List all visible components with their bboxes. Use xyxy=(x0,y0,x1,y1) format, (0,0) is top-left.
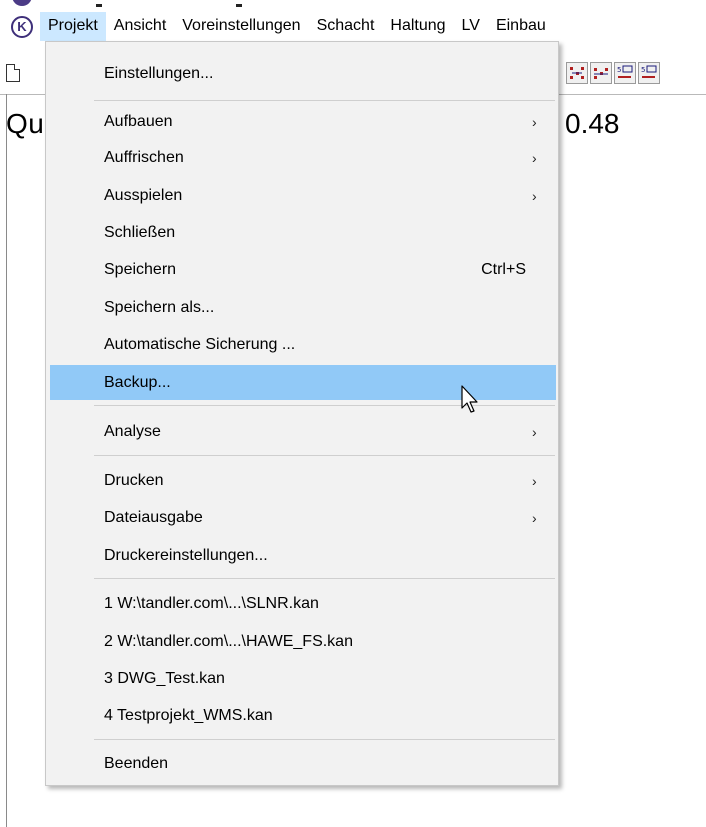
shortcut-label: Ctrl+S xyxy=(481,260,526,278)
menu-item-label: Speichern als... xyxy=(104,298,215,316)
menu-item-automatische-sicherung[interactable]: Automatische Sicherung ... xyxy=(50,327,556,362)
menu-separator xyxy=(94,455,555,456)
menu-schacht[interactable]: Schacht xyxy=(309,12,383,41)
menu-item-label: Auffrischen xyxy=(104,148,184,166)
menu-bar: K Projekt Ansicht Voreinstellungen Schac… xyxy=(0,11,706,42)
menu-item-label: Druckereinstellungen... xyxy=(104,546,268,564)
menu-separator xyxy=(94,100,555,101)
menu-lv[interactable]: LV xyxy=(454,12,488,41)
menu-projekt[interactable]: Projekt xyxy=(40,12,106,41)
workspace-label: Qu xyxy=(6,108,45,139)
menu-item-label: 3 DWG_Test.kan xyxy=(104,669,225,687)
list-out-icon: 5 xyxy=(641,65,657,78)
app-logo-icon xyxy=(12,0,32,6)
app-icon-glyph: K xyxy=(17,19,27,34)
menu-einbau[interactable]: Einbau xyxy=(488,12,554,41)
menu-item-label: 4 Testprojekt_WMS.kan xyxy=(104,706,273,724)
submenu-arrow-icon: › xyxy=(532,150,537,166)
menu-item-recent-3[interactable]: 3 DWG_Test.kan xyxy=(50,661,556,696)
menu-item-label: Dateiausgabe xyxy=(104,508,203,526)
title-bar-remnant xyxy=(0,0,706,9)
menu-item-einstellungen[interactable]: Einstellungen... xyxy=(50,56,556,91)
menu-item-label: Schließen xyxy=(104,223,176,241)
menu-haltung[interactable]: Haltung xyxy=(382,12,453,41)
menu-ansicht[interactable]: Ansicht xyxy=(106,12,174,41)
menu-item-recent-2[interactable]: 2 W:\tandler.com\...\HAWE_FS.kan xyxy=(50,624,556,659)
mouse-pointer-icon xyxy=(461,385,478,413)
toolbar-list-button-1[interactable]: 5 xyxy=(614,62,636,84)
menu-item-label: Aufbauen xyxy=(104,112,173,130)
menu-item-recent-4[interactable]: 4 Testprojekt_WMS.kan xyxy=(50,698,556,733)
menu-item-speichern-als[interactable]: Speichern als... xyxy=(50,290,556,325)
menu-item-label: Analyse xyxy=(104,422,161,440)
submenu-arrow-icon: › xyxy=(532,114,537,130)
title-fragment xyxy=(236,4,242,7)
svg-text:5: 5 xyxy=(617,66,621,74)
svg-text:5: 5 xyxy=(641,66,645,74)
menu-item-beenden[interactable]: Beenden xyxy=(50,746,556,781)
menu-item-label: Drucken xyxy=(104,471,164,489)
submenu-arrow-icon: › xyxy=(532,510,537,526)
menu-voreinstellungen[interactable]: Voreinstellungen xyxy=(174,12,308,41)
toolbar-list-button-2[interactable]: 5 xyxy=(638,62,660,84)
node-link-icon xyxy=(594,68,608,79)
menu-separator xyxy=(94,405,555,406)
submenu-arrow-icon: › xyxy=(532,188,537,204)
menu-item-label: Beenden xyxy=(104,754,169,772)
menu-item-dateiausgabe[interactable]: Dateiausgabe › xyxy=(50,500,556,535)
submenu-arrow-icon: › xyxy=(532,473,537,489)
toolbar-node-button-1[interactable] xyxy=(566,62,588,84)
menu-item-label: 2 W:\tandler.com\...\HAWE_FS.kan xyxy=(104,632,353,650)
menu-item-label: Ausspielen xyxy=(104,186,183,204)
new-document-icon[interactable] xyxy=(6,64,20,82)
title-fragment xyxy=(96,4,102,7)
node-grid-icon xyxy=(570,67,584,79)
menu-item-aufbauen[interactable]: Aufbauen › xyxy=(50,104,556,139)
menu-item-label: Speichern xyxy=(104,260,177,278)
list-in-icon: 5 xyxy=(617,65,633,78)
menu-item-auffrischen[interactable]: Auffrischen › xyxy=(50,140,556,175)
menu-item-analyse[interactable]: Analyse › xyxy=(50,414,556,449)
menu-item-schliessen[interactable]: Schließen xyxy=(50,215,556,250)
menu-item-label: Einstellungen... xyxy=(104,64,214,82)
menu-separator xyxy=(94,739,555,740)
menu-item-drucken[interactable]: Drucken › xyxy=(50,463,556,498)
workspace-value: 0.48 xyxy=(565,108,620,139)
menu-item-recent-1[interactable]: 1 W:\tandler.com\...\SLNR.kan xyxy=(50,586,556,621)
menu-item-label: 1 W:\tandler.com\...\SLNR.kan xyxy=(104,594,319,612)
submenu-arrow-icon: › xyxy=(532,424,537,440)
menu-item-druckereinstellungen[interactable]: Druckereinstellungen... xyxy=(50,538,556,573)
toolbar-node-button-2[interactable] xyxy=(590,62,612,84)
menu-item-label: Backup... xyxy=(104,373,171,391)
menu-item-speichern[interactable]: Speichern Ctrl+S xyxy=(50,252,556,287)
menu-item-ausspielen[interactable]: Ausspielen › xyxy=(50,178,556,213)
menu-item-label: Automatische Sicherung ... xyxy=(104,335,296,353)
app-k-icon[interactable]: K xyxy=(11,15,33,38)
workspace-border xyxy=(6,94,7,827)
menu-separator xyxy=(94,578,555,579)
